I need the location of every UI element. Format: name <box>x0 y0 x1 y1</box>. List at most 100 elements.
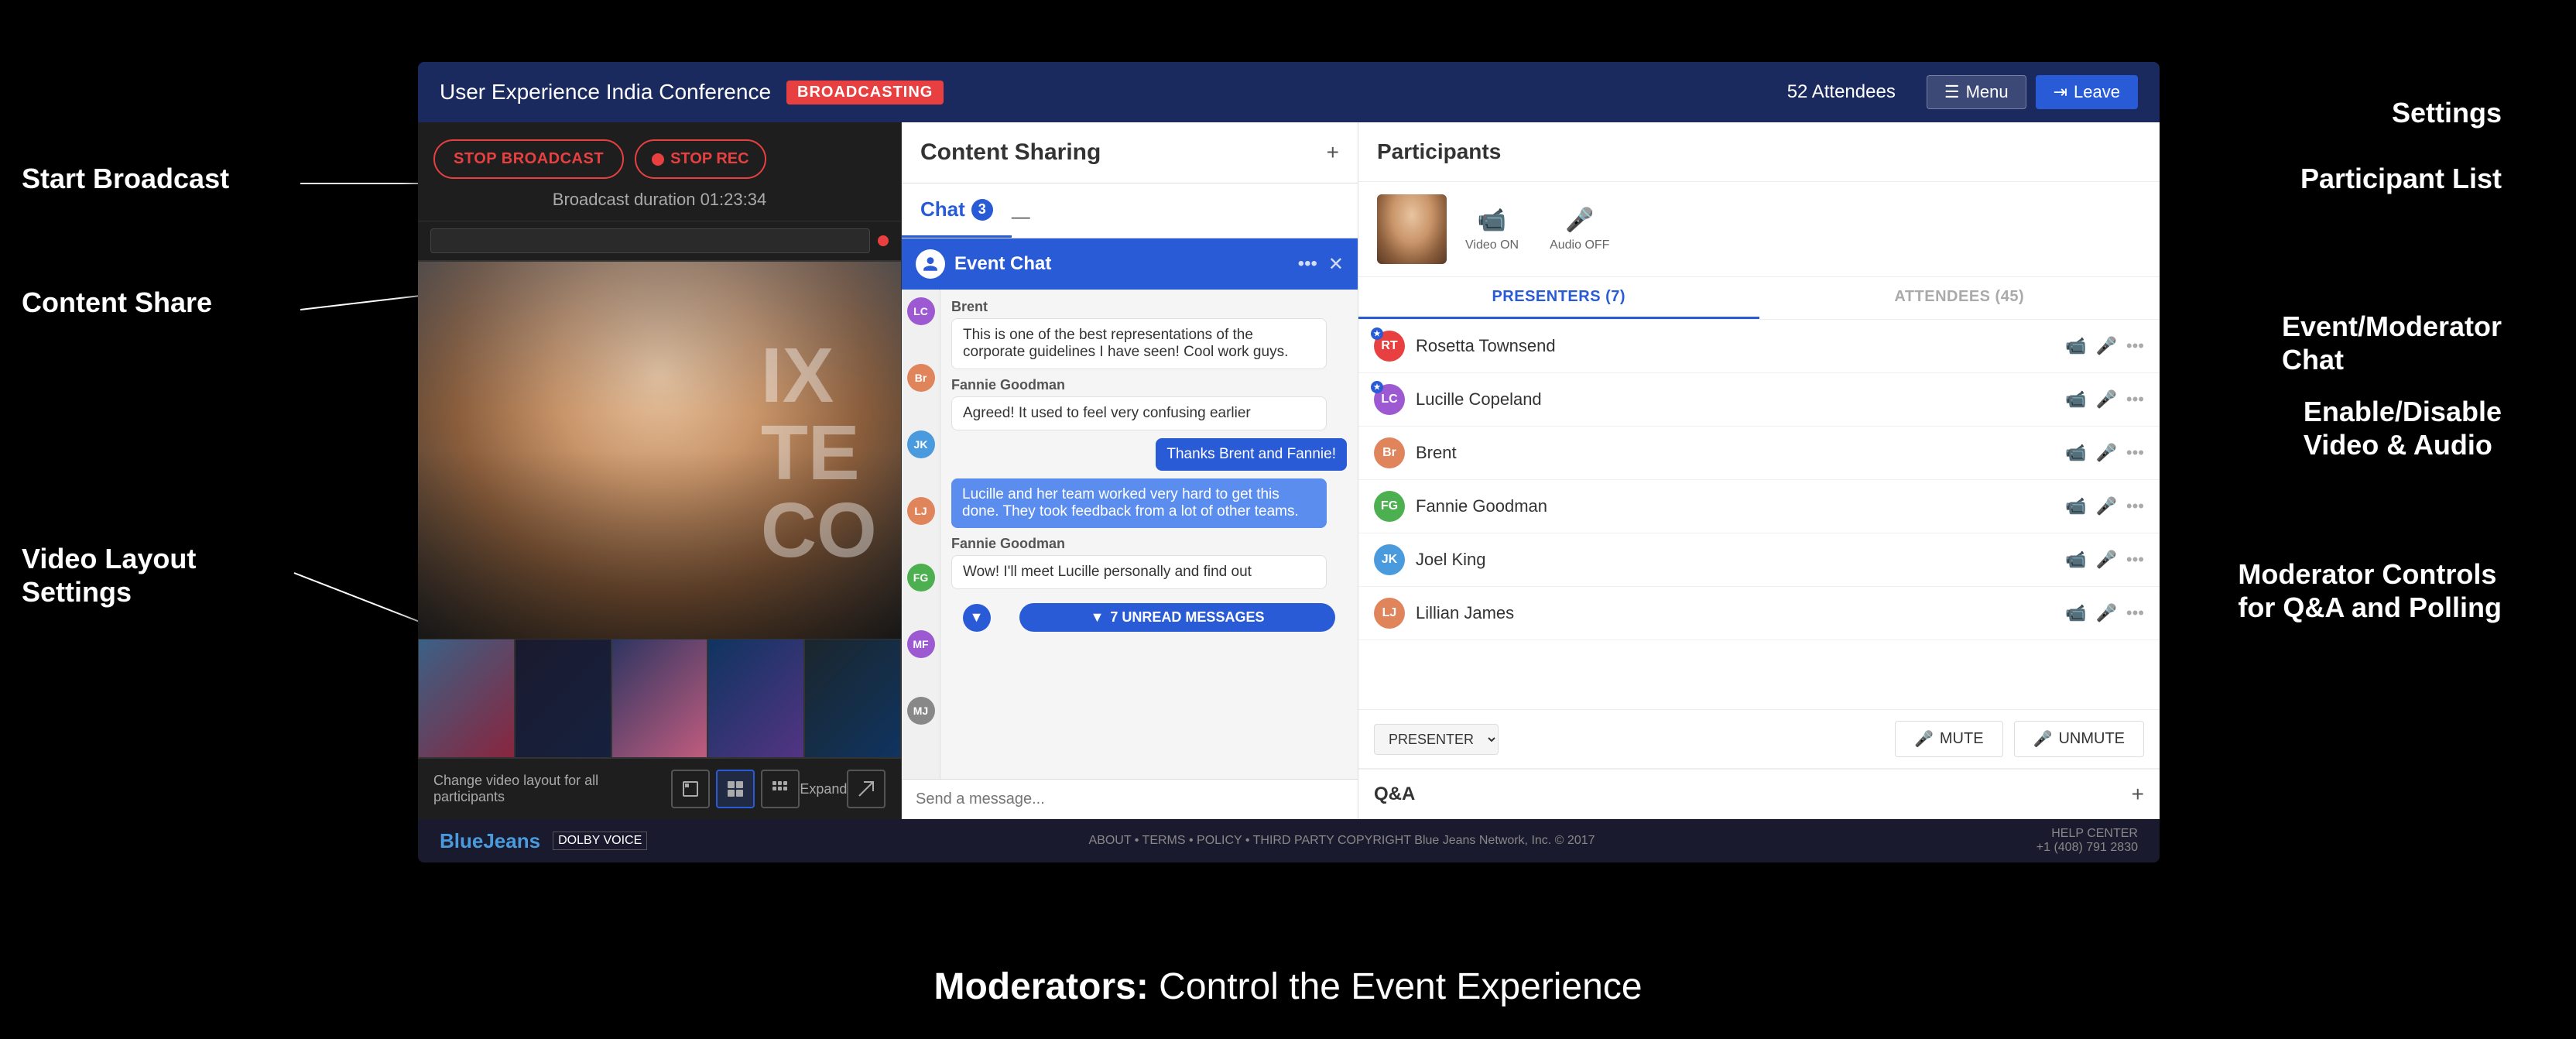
star-rt: ★ <box>1371 327 1383 340</box>
audio-off-label: Audio OFF <box>1550 238 1609 252</box>
more-lj[interactable]: ••• <box>2126 603 2144 623</box>
participant-row-jk: JK Joel King 📹 🎤 ••• <box>1358 533 2160 587</box>
avatar-rt: ★ RT <box>1374 331 1405 362</box>
footer: BlueJeans DOLBY VOICE ABOUT • TERMS • PO… <box>418 819 2160 862</box>
more-br[interactable]: ••• <box>2126 443 2144 463</box>
main-video: IXTECO <box>418 262 901 639</box>
video-area: IXTECO <box>418 262 901 758</box>
msg-bubble-brent: This is one of the best representations … <box>951 318 1327 369</box>
presenter-select[interactable]: PRESENTER <box>1374 724 1499 755</box>
unread-messages-bar[interactable]: ▼ 7 UNREAD MESSAGES <box>1019 603 1336 632</box>
participant-row-lc: ★ LC Lucille Copeland 📹 🎤 ••• <box>1358 373 2160 427</box>
chat-close-icon[interactable]: ✕ <box>1328 253 1344 276</box>
avatar-lc: ★ LC <box>1374 384 1405 415</box>
mute-button[interactable]: 🎤 MUTE <box>1895 721 2003 757</box>
featured-participant: 📹 Video ON 🎤 Audio OFF <box>1358 182 2160 277</box>
broadcast-btn-row: STOP BROADCAST STOP REC <box>433 139 886 179</box>
content-sharing-header: Content Sharing + <box>902 122 1358 183</box>
layout-grid-button[interactable] <box>716 770 755 808</box>
avatar-jk-row: JK <box>1374 544 1405 575</box>
settings-annotation: Settings <box>2392 97 2502 129</box>
audio-icon-lc[interactable]: 🎤 <box>2095 389 2116 410</box>
menu-icon: ☰ <box>1944 82 1960 102</box>
audio-icon-fg[interactable]: 🎤 <box>2095 496 2116 516</box>
scroll-down-button[interactable]: ▼ <box>963 604 991 632</box>
leave-button[interactable]: ⇥ Leave <box>2036 75 2138 109</box>
chat-tab[interactable]: Chat 3 <box>902 183 1012 238</box>
controls-jk: 📹 🎤 ••• <box>2065 550 2144 570</box>
qa-add-button[interactable]: + <box>2132 782 2144 807</box>
audio-icon-jk[interactable]: 🎤 <box>2095 550 2116 570</box>
more-jk[interactable]: ••• <box>2126 550 2144 570</box>
video-icon-rt[interactable]: 📹 <box>2065 336 2086 356</box>
content-sharing-add[interactable]: + <box>1327 140 1339 165</box>
avatar-mf: MF <box>907 630 935 658</box>
more-fg[interactable]: ••• <box>2126 496 2144 516</box>
featured-avatar <box>1377 194 1447 264</box>
middle-panel: Content Sharing + Chat 3 — <box>902 122 1358 819</box>
layout-single-button[interactable] <box>671 770 710 808</box>
msg-self-thanks: Thanks Brent and Fannie! <box>1156 438 1347 471</box>
audio-icon-rt[interactable]: 🎤 <box>2095 336 2116 356</box>
unmute-icon: 🎤 <box>2033 729 2053 749</box>
single-layout-icon <box>681 780 700 798</box>
video-bg-text: IXTECO <box>761 337 877 569</box>
controls-fg: 📹 🎤 ••• <box>2065 496 2144 516</box>
video-icon-br[interactable]: 📹 <box>2065 443 2086 463</box>
more-lc[interactable]: ••• <box>2126 389 2144 410</box>
help-phone: +1 (408) 791 2830 <box>2036 841 2138 855</box>
bottom-title-normal: Control the Event Experience <box>1149 966 1643 1007</box>
thumb-4 <box>707 639 804 758</box>
menu-button[interactable]: ☰ Menu <box>1927 75 2026 109</box>
avatar-fg: FG <box>907 564 935 592</box>
chat-window: Event Chat ••• ✕ LC Br JK LJ FG MF <box>902 238 1358 819</box>
messages-col: Brent This is one of the best representa… <box>940 290 1358 779</box>
chat-input[interactable] <box>916 790 1344 808</box>
broadcast-duration: Broadcast duration 01:23:34 <box>433 187 886 210</box>
attendees-count: 52 Attendees <box>1787 81 1896 103</box>
content-share-input[interactable] <box>430 228 870 253</box>
stop-broadcast-button[interactable]: STOP BROADCAST <box>433 139 624 179</box>
thumbnail-strip <box>418 639 901 758</box>
layout-label: Change video layout for all participants <box>433 773 671 805</box>
participant-row-br: Br Brent 📹 🎤 ••• <box>1358 427 2160 480</box>
controls-lj: 📹 🎤 ••• <box>2065 603 2144 623</box>
name-fg: Fannie Goodman <box>1416 496 2054 516</box>
presenters-tab[interactable]: PRESENTERS (7) <box>1358 277 1759 319</box>
avatar-mj: MJ <box>907 697 935 725</box>
name-jk: Joel King <box>1416 550 2054 570</box>
video-icon-jk[interactable]: 📹 <box>2065 550 2086 570</box>
enable-disable-annotation: Enable/DisableVideo & Audio <box>2304 395 2502 461</box>
footer-links: ABOUT • TERMS • POLICY • THIRD PARTY COP… <box>1089 834 1595 848</box>
msg-sender-fannie1: Fannie Goodman <box>951 377 1347 393</box>
content-share-annotation: Content Share <box>22 286 212 319</box>
footer-left: BlueJeans DOLBY VOICE <box>440 829 647 853</box>
featured-avatar-img <box>1377 194 1447 264</box>
expand-button[interactable] <box>847 770 886 808</box>
stop-rec-button[interactable]: STOP REC <box>635 139 766 179</box>
chat-minimize[interactable]: — <box>1012 207 1030 228</box>
name-br: Brent <box>1416 443 2054 463</box>
audio-icon-br[interactable]: 🎤 <box>2095 443 2116 463</box>
start-broadcast-annotation: Start Broadcast <box>22 163 229 195</box>
video-control: 📹 Video ON <box>1465 207 1519 252</box>
video-icon-lj[interactable]: 📹 <box>2065 603 2086 623</box>
presenter-controls: PRESENTER 🎤 MUTE 🎤 UNMUTE <box>1358 709 2160 768</box>
attendees-tab[interactable]: ATTENDEES (45) <box>1759 277 2160 319</box>
audio-icon-lj[interactable]: 🎤 <box>2095 603 2116 623</box>
msg-group-brent: Brent This is one of the best representa… <box>951 299 1347 369</box>
video-icon-fg[interactable]: 📹 <box>2065 496 2086 516</box>
layout-multi-button[interactable] <box>761 770 800 808</box>
event-chat-icon <box>916 249 945 279</box>
name-lj: Lillian James <box>1416 603 2054 623</box>
chat-badge: 3 <box>971 199 993 221</box>
recording-indicator <box>878 235 889 246</box>
chat-body: LC Br JK LJ FG MF MJ Brent This is one o… <box>902 290 1358 779</box>
unmute-button[interactable]: 🎤 UNMUTE <box>2014 721 2144 757</box>
footer-right: HELP CENTER +1 (408) 791 2830 <box>2036 827 2138 855</box>
video-icon-lc[interactable]: 📹 <box>2065 389 2086 410</box>
more-rt[interactable]: ••• <box>2126 336 2144 356</box>
broadcasting-badge: BROADCASTING <box>786 81 944 105</box>
chat-more-icon[interactable]: ••• <box>1298 253 1317 275</box>
participant-row-fg: FG Fannie Goodman 📹 🎤 ••• <box>1358 480 2160 533</box>
